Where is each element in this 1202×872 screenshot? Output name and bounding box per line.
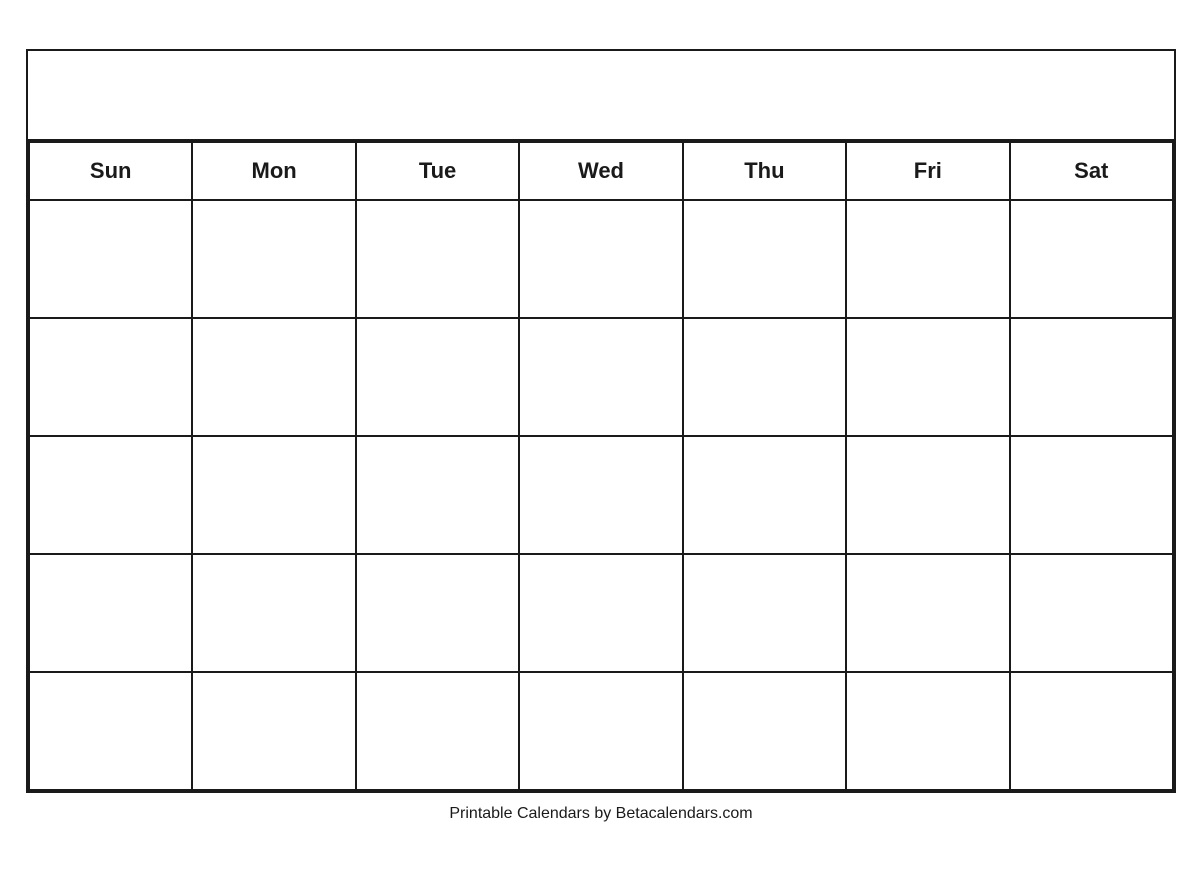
cell-4-1 — [29, 554, 192, 672]
header-row: Sun Mon Tue Wed Thu Fri Sat — [29, 142, 1173, 200]
calendar-outer: Sun Mon Tue Wed Thu Fri Sat — [26, 49, 1176, 793]
cell-2-5 — [683, 318, 846, 436]
footer-text: Printable Calendars by Betacalendars.com — [26, 805, 1176, 823]
cell-1-5 — [683, 200, 846, 318]
cell-5-4 — [519, 672, 682, 790]
cell-1-1 — [29, 200, 192, 318]
day-header-thu: Thu — [683, 142, 846, 200]
day-header-sat: Sat — [1010, 142, 1173, 200]
cell-3-3 — [356, 436, 519, 554]
cell-1-2 — [192, 200, 355, 318]
calendar-table: Sun Mon Tue Wed Thu Fri Sat — [28, 141, 1174, 791]
cell-4-2 — [192, 554, 355, 672]
cell-2-1 — [29, 318, 192, 436]
day-header-mon: Mon — [192, 142, 355, 200]
cell-5-2 — [192, 672, 355, 790]
cell-3-7 — [1010, 436, 1173, 554]
cell-5-6 — [846, 672, 1009, 790]
cell-3-2 — [192, 436, 355, 554]
cell-5-3 — [356, 672, 519, 790]
cell-2-6 — [846, 318, 1009, 436]
calendar-wrapper: Sun Mon Tue Wed Thu Fri Sat — [26, 49, 1176, 823]
cell-3-6 — [846, 436, 1009, 554]
cell-5-1 — [29, 672, 192, 790]
cell-1-4 — [519, 200, 682, 318]
day-header-sun: Sun — [29, 142, 192, 200]
day-header-wed: Wed — [519, 142, 682, 200]
calendar-row-4 — [29, 554, 1173, 672]
cell-4-6 — [846, 554, 1009, 672]
calendar-row-2 — [29, 318, 1173, 436]
cell-2-3 — [356, 318, 519, 436]
cell-4-3 — [356, 554, 519, 672]
cell-1-7 — [1010, 200, 1173, 318]
day-header-tue: Tue — [356, 142, 519, 200]
calendar-title-row — [28, 51, 1174, 141]
cell-3-4 — [519, 436, 682, 554]
calendar-row-5 — [29, 672, 1173, 790]
cell-3-1 — [29, 436, 192, 554]
cell-3-5 — [683, 436, 846, 554]
cell-4-5 — [683, 554, 846, 672]
cell-1-3 — [356, 200, 519, 318]
calendar-row-1 — [29, 200, 1173, 318]
cell-4-7 — [1010, 554, 1173, 672]
cell-5-7 — [1010, 672, 1173, 790]
cell-2-4 — [519, 318, 682, 436]
calendar-row-3 — [29, 436, 1173, 554]
day-header-fri: Fri — [846, 142, 1009, 200]
cell-2-7 — [1010, 318, 1173, 436]
cell-4-4 — [519, 554, 682, 672]
cell-5-5 — [683, 672, 846, 790]
cell-1-6 — [846, 200, 1009, 318]
cell-2-2 — [192, 318, 355, 436]
